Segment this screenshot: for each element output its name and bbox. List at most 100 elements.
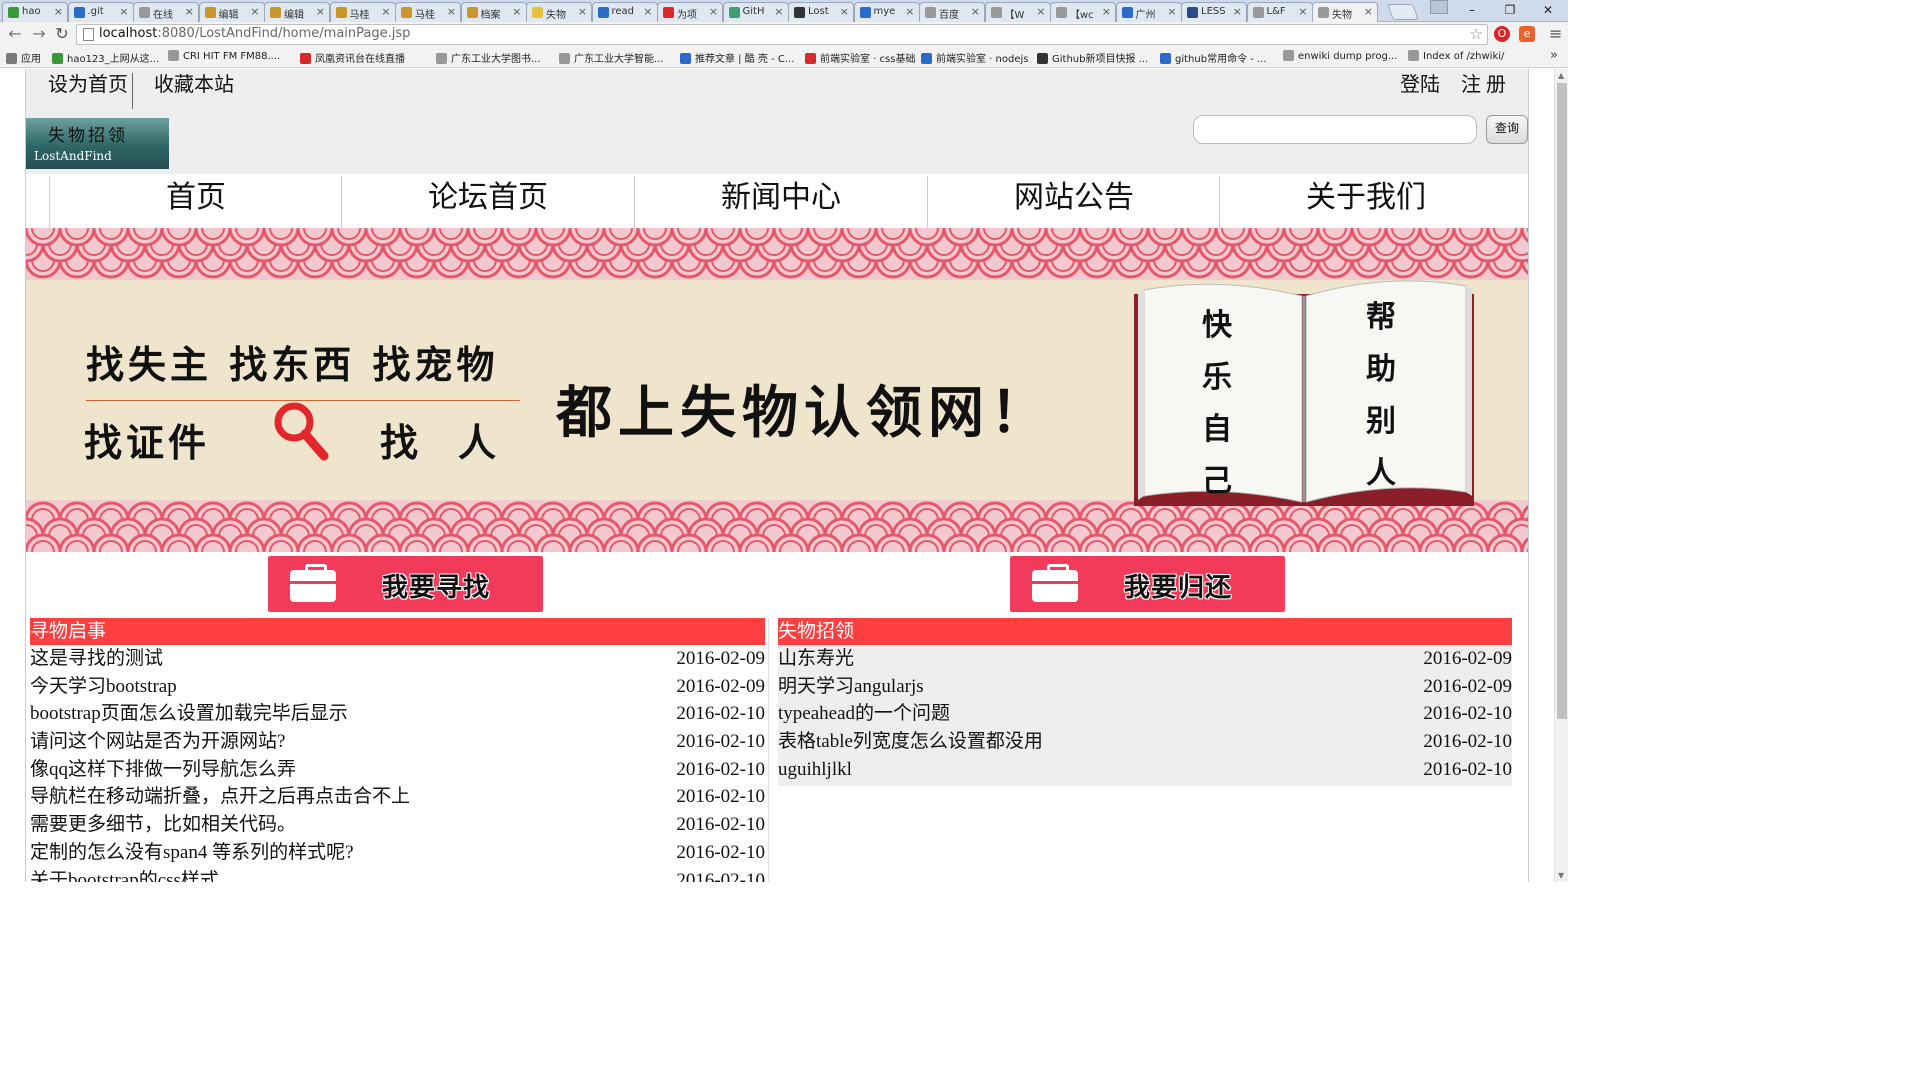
tab-close-icon[interactable]: × [971, 5, 980, 18]
browser-tab[interactable]: 【wc × [1050, 2, 1116, 22]
tab-close-icon[interactable]: × [774, 5, 783, 18]
tab-close-icon[interactable]: × [1102, 5, 1111, 18]
menu-icon[interactable]: ≡ [1549, 24, 1562, 43]
browser-tab[interactable]: 广州 × [1115, 2, 1182, 22]
extension-icon[interactable]: e [1519, 26, 1535, 42]
bookmark-item[interactable]: 推荐文章 | 酷 壳 - C... [680, 50, 794, 66]
scroll-up-icon[interactable]: ▲ [1558, 71, 1564, 80]
tab-close-icon[interactable]: × [1036, 5, 1045, 18]
tab-close-icon[interactable]: × [512, 5, 521, 18]
item-title-link[interactable]: 山东寿光 [778, 645, 854, 672]
list-item[interactable]: typeahead的一个问题 2016-02-10 [778, 700, 1512, 728]
opera-extension-icon[interactable]: O [1494, 26, 1510, 42]
tab-close-icon[interactable]: × [381, 5, 390, 18]
tab-close-icon[interactable]: × [54, 5, 63, 18]
list-item[interactable]: 明天学习angularjs 2016-02-09 [778, 673, 1512, 701]
tab-close-icon[interactable]: × [316, 5, 325, 18]
tab-close-icon[interactable]: × [1298, 5, 1307, 18]
item-title-link[interactable]: 像qq这样下排做一列导航怎么弄 [30, 756, 296, 783]
browser-tab[interactable]: 编辑 × [264, 2, 330, 22]
tab-close-icon[interactable]: × [578, 5, 587, 18]
browser-tab[interactable]: 马桂 × [395, 2, 461, 22]
close-window-button[interactable]: ✕ [1528, 0, 1568, 20]
bookmark-item[interactable]: enwiki dump prog... [1283, 50, 1397, 66]
bookmark-item[interactable]: Github新项目快报 ... [1037, 50, 1148, 66]
browser-tab[interactable]: .git × [67, 2, 134, 22]
list-item[interactable]: 定制的怎么没有span4 等系列的样式呢? 2016-02-10 [30, 839, 765, 867]
user-profile-icon[interactable] [1430, 0, 1448, 14]
browser-tab[interactable]: 在线 × [133, 2, 199, 22]
browser-tab[interactable]: 为项 × [657, 2, 723, 22]
tab-close-icon[interactable]: × [250, 5, 259, 18]
tab-close-icon[interactable]: × [643, 5, 652, 18]
forward-icon[interactable]: → [28, 24, 50, 44]
item-title-link[interactable]: 今天学习bootstrap [30, 673, 177, 700]
tab-close-icon[interactable]: × [1364, 5, 1373, 18]
tab-close-icon[interactable]: × [447, 5, 456, 18]
nav-item-forum[interactable]: 论坛首页 [342, 176, 634, 226]
list-item[interactable]: uguihljlkl 2016-02-10 [778, 756, 1512, 784]
browser-tab[interactable]: mye × [853, 2, 920, 22]
bookmark-item[interactable]: 前端实验室 · css基础 [805, 50, 915, 66]
list-item[interactable]: 关于bootstrap的css样式 2016-02-10 [30, 867, 765, 883]
bookmark-site-link[interactable]: 收藏本站 [154, 71, 234, 105]
vertical-scrollbar[interactable]: ▲ ▼ [1554, 69, 1568, 882]
browser-tab[interactable]: 马桂 × [329, 2, 396, 22]
tab-close-icon[interactable]: × [1233, 5, 1242, 18]
tab-close-icon[interactable]: × [1167, 5, 1176, 18]
list-item[interactable]: 请问这个网站是否为开源网站? 2016-02-10 [30, 728, 765, 756]
site-logo[interactable]: 失物招领 LostAndFind [26, 118, 169, 169]
item-title-link[interactable]: uguihljlkl [778, 756, 852, 783]
bookmark-item[interactable]: Index of /zhwiki/ [1408, 50, 1504, 66]
more-bookmarks-icon[interactable]: » [1550, 48, 1558, 63]
list-item[interactable]: 像qq这样下排做一列导航怎么弄 2016-02-10 [30, 756, 765, 784]
browser-tab[interactable]: read × [591, 2, 658, 22]
login-link[interactable]: 登陆 [1400, 71, 1440, 105]
tab-close-icon[interactable]: × [709, 5, 718, 18]
bookmark-star-icon[interactable]: ☆ [1470, 25, 1483, 43]
reload-icon[interactable]: ↻ [51, 24, 73, 44]
browser-tab[interactable]: GitH × [722, 2, 789, 22]
new-tab-button[interactable] [1387, 4, 1419, 20]
bookmark-item[interactable]: 广东工业大学智能... [559, 50, 664, 66]
search-input[interactable] [1193, 115, 1477, 144]
item-title-link[interactable]: 导航栏在移动端折叠，点开之后再点击合不上 [30, 783, 410, 810]
item-title-link[interactable]: 关于bootstrap的css样式 [30, 867, 219, 883]
set-homepage-link[interactable]: 设为首页 [48, 71, 128, 105]
bookmark-item[interactable]: hao123_上网从这... [52, 50, 159, 66]
item-title-link[interactable]: 请问这个网站是否为开源网站? [30, 728, 285, 755]
bookmark-item[interactable]: github常用命令 - ... [1160, 50, 1267, 66]
browser-tab[interactable]: L&F × [1246, 2, 1313, 22]
nav-item-announcements[interactable]: 网站公告 [928, 176, 1220, 226]
tab-close-icon[interactable]: × [840, 5, 849, 18]
scrollbar-thumb[interactable] [1557, 83, 1567, 719]
list-item[interactable]: 山东寿光 2016-02-09 [778, 645, 1512, 673]
bookmark-item[interactable]: 前端实验室 · nodejs [921, 50, 1028, 66]
list-item[interactable]: 需要更多细节，比如相关代码。 2016-02-10 [30, 811, 765, 839]
back-icon[interactable]: ← [4, 24, 26, 44]
minimize-button[interactable]: – [1452, 0, 1492, 20]
browser-tab[interactable]: hao × [2, 2, 68, 22]
browser-tab[interactable]: 失物 × [1312, 2, 1378, 23]
restore-button[interactable]: ❐ [1490, 0, 1530, 20]
bookmark-item[interactable]: 凤凰资讯台在线直播 [300, 50, 405, 66]
item-title-link[interactable]: 表格table列宽度怎么设置都没用 [778, 728, 1043, 755]
return-item-button[interactable]: 我要归还 [1010, 556, 1285, 612]
item-title-link[interactable]: 明天学习angularjs [778, 673, 924, 700]
tab-close-icon[interactable]: × [905, 5, 914, 18]
nav-item-home[interactable]: 首页 [50, 176, 342, 226]
search-lost-button[interactable]: 我要寻找 [268, 556, 543, 612]
nav-item-news[interactable]: 新闻中心 [635, 176, 927, 226]
register-link[interactable]: 注 册 [1461, 71, 1506, 105]
scroll-down-icon[interactable]: ▼ [1558, 871, 1564, 880]
tab-close-icon[interactable]: × [185, 5, 194, 18]
list-item[interactable]: 这是寻找的测试 2016-02-09 [30, 645, 765, 673]
address-bar[interactable]: localhost:8080/LostAndFind/home/mainPage… [76, 24, 1488, 45]
item-title-link[interactable]: 这是寻找的测试 [30, 645, 163, 672]
item-title-link[interactable]: bootstrap页面怎么设置加载完毕后显示 [30, 700, 348, 727]
browser-tab[interactable]: Lost × [788, 2, 854, 22]
bookmark-item[interactable]: 广东工业大学图书... [436, 50, 541, 66]
browser-tab[interactable]: 编辑 × [198, 2, 265, 22]
nav-item-about[interactable]: 关于我们 [1220, 176, 1512, 226]
search-button[interactable]: 查询 [1486, 115, 1528, 144]
